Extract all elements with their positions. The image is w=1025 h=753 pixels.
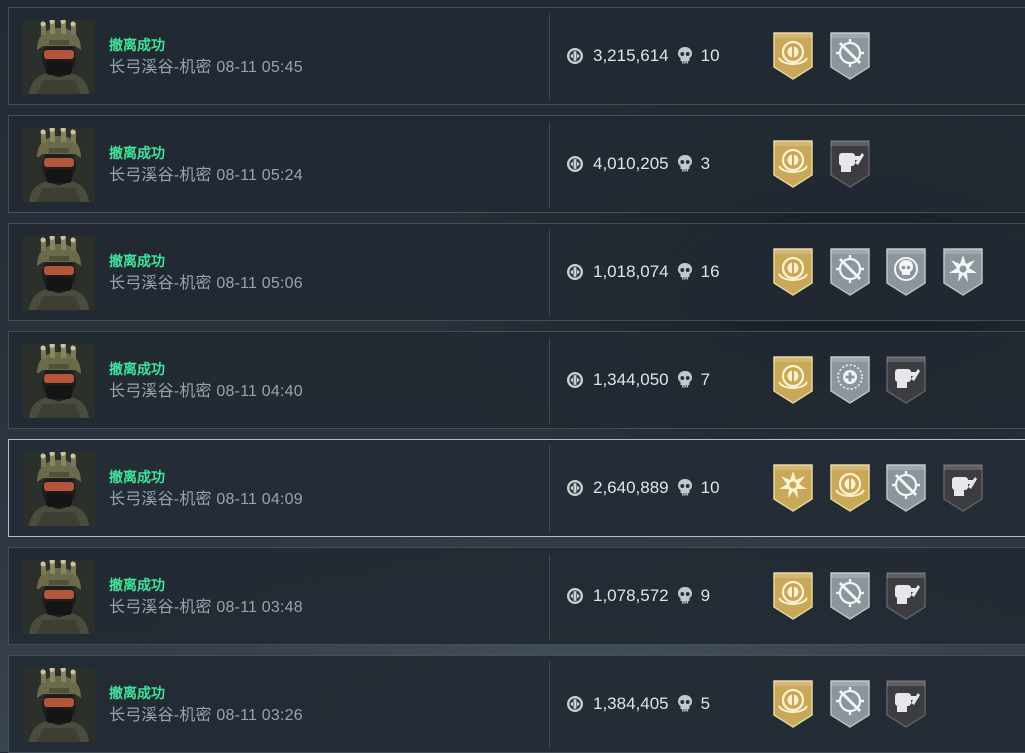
- kill-count: 9: [700, 586, 711, 605]
- column-divider: [549, 446, 550, 532]
- coin-value: 4,010,205: [593, 154, 669, 173]
- operator-avatar: [23, 560, 95, 634]
- coin-value: 1,384,405: [593, 694, 669, 713]
- match-detail: 长弓溪谷-机密 08-11 05:45: [109, 59, 303, 77]
- coin-value: 2,640,889: [593, 478, 669, 497]
- map-name: 长弓溪谷-机密: [109, 491, 212, 508]
- kill-count: 10: [700, 46, 720, 65]
- match-record-row[interactable]: 撤离成功 长弓溪谷-机密 08-11 05:45 3,215,614 10: [8, 7, 1025, 105]
- gold-crest-badge-icon[interactable]: [828, 463, 872, 513]
- match-record-row[interactable]: 撤离成功 长弓溪谷-机密 08-11 05:24 4,010,205 3: [8, 115, 1025, 213]
- dark-fist-badge-icon[interactable]: [884, 355, 928, 405]
- extraction-status: 撤离成功: [109, 685, 165, 701]
- map-name: 长弓溪谷-机密: [109, 599, 212, 616]
- match-record-row[interactable]: 撤离成功 长弓溪谷-机密 08-11 03:26 1,384,405 5: [8, 655, 1025, 753]
- extraction-status: 撤离成功: [109, 577, 165, 593]
- match-record-row[interactable]: 撤离成功 长弓溪谷-机密 08-11 03:48 1,078,572 9: [8, 547, 1025, 645]
- gray-burst-badge-icon[interactable]: [941, 247, 985, 297]
- match-record-row[interactable]: 撤离成功 长弓溪谷-机密 08-11 04:40 1,344,050 7: [8, 331, 1025, 429]
- match-detail: 长弓溪谷-机密 08-11 03:48: [109, 599, 303, 617]
- coin-value: 1,078,572: [593, 586, 669, 605]
- dark-fist-badge-icon[interactable]: [884, 679, 928, 729]
- match-time: 08-11 04:09: [216, 491, 303, 508]
- map-name: 长弓溪谷-机密: [109, 59, 212, 76]
- skull-icon: [677, 46, 693, 64]
- match-detail: 长弓溪谷-机密 08-11 03:26: [109, 707, 303, 725]
- map-name: 长弓溪谷-机密: [109, 275, 212, 292]
- gold-crest-badge-icon[interactable]: [771, 139, 815, 189]
- skull-icon: [677, 262, 693, 280]
- gold-crest-badge-icon[interactable]: [771, 679, 815, 729]
- column-divider: [549, 230, 550, 316]
- dark-fist-badge-icon[interactable]: [828, 139, 872, 189]
- dark-fist-badge-icon[interactable]: [884, 571, 928, 621]
- kill-count: 16: [700, 262, 720, 281]
- coin-icon: [566, 47, 584, 65]
- coin-icon: [566, 263, 584, 281]
- match-time: 08-11 03:26: [216, 707, 303, 724]
- gray-skull-target-badge-icon[interactable]: [884, 247, 928, 297]
- match-time: 08-11 03:48: [216, 599, 303, 616]
- match-record-row[interactable]: 撤离成功 长弓溪谷-机密 08-11 05:06 1,018,074 16: [8, 223, 1025, 321]
- skull-icon: [677, 478, 693, 496]
- match-detail: 长弓溪谷-机密 08-11 04:40: [109, 383, 303, 401]
- gold-crest-badge-icon[interactable]: [771, 31, 815, 81]
- match-detail: 长弓溪谷-机密 08-11 05:24: [109, 167, 303, 185]
- gray-crosshair-badge-icon[interactable]: [828, 247, 872, 297]
- extraction-status: 撤离成功: [109, 361, 165, 377]
- gold-burst-badge-icon[interactable]: [771, 463, 815, 513]
- gray-crosshair-badge-icon[interactable]: [828, 571, 872, 621]
- operator-avatar: [23, 20, 95, 94]
- coin-icon: [566, 587, 584, 605]
- map-name: 长弓溪谷-机密: [109, 707, 212, 724]
- operator-avatar: [23, 668, 95, 742]
- match-record-row[interactable]: 撤离成功 长弓溪谷-机密 08-11 04:09 2,640,889 10: [8, 439, 1025, 537]
- column-divider: [549, 662, 550, 748]
- column-divider: [549, 338, 550, 424]
- column-divider: [549, 554, 550, 640]
- gray-medkit-badge-icon[interactable]: [828, 355, 872, 405]
- operator-avatar: [23, 236, 95, 310]
- coin-icon: [566, 695, 584, 713]
- gold-crest-badge-icon[interactable]: [771, 355, 815, 405]
- skull-icon: [677, 694, 693, 712]
- operator-avatar: [23, 128, 95, 202]
- extraction-status: 撤离成功: [109, 145, 165, 161]
- match-time: 08-11 04:40: [216, 383, 303, 400]
- skull-icon: [677, 154, 693, 172]
- gold-crest-badge-icon[interactable]: [771, 247, 815, 297]
- dark-fist-badge-icon[interactable]: [941, 463, 985, 513]
- gray-crosshair-badge-icon[interactable]: [884, 463, 928, 513]
- coin-value: 1,018,074: [593, 262, 669, 281]
- column-divider: [549, 14, 550, 100]
- operator-avatar: [23, 344, 95, 418]
- kill-count: 5: [700, 694, 711, 713]
- operator-avatar: [23, 452, 95, 526]
- kill-count: 3: [700, 154, 711, 173]
- coin-value: 3,215,614: [593, 46, 669, 65]
- gold-crest-badge-icon[interactable]: [771, 571, 815, 621]
- match-time: 08-11 05:06: [216, 275, 303, 292]
- extraction-status: 撤离成功: [109, 253, 165, 269]
- column-divider: [549, 122, 550, 208]
- skull-icon: [677, 370, 693, 388]
- skull-icon: [677, 586, 693, 604]
- extraction-status: 撤离成功: [109, 37, 165, 53]
- match-detail: 长弓溪谷-机密 08-11 04:09: [109, 491, 303, 509]
- match-history-list: 撤离成功 长弓溪谷-机密 08-11 05:45 3,215,614 10 撤离…: [0, 0, 1025, 753]
- gray-crosshair-badge-icon[interactable]: [828, 679, 872, 729]
- extraction-status: 撤离成功: [109, 469, 165, 485]
- coin-icon: [566, 155, 584, 173]
- coin-value: 1,344,050: [593, 370, 669, 389]
- match-time: 08-11 05:24: [216, 167, 303, 184]
- gray-crosshair-badge-icon[interactable]: [828, 31, 872, 81]
- coin-icon: [566, 371, 584, 389]
- kill-count: 10: [700, 478, 720, 497]
- coin-icon: [566, 479, 584, 497]
- kill-count: 7: [700, 370, 711, 389]
- map-name: 长弓溪谷-机密: [109, 383, 212, 400]
- map-name: 长弓溪谷-机密: [109, 167, 212, 184]
- match-detail: 长弓溪谷-机密 08-11 05:06: [109, 275, 303, 293]
- match-time: 08-11 05:45: [216, 59, 303, 76]
